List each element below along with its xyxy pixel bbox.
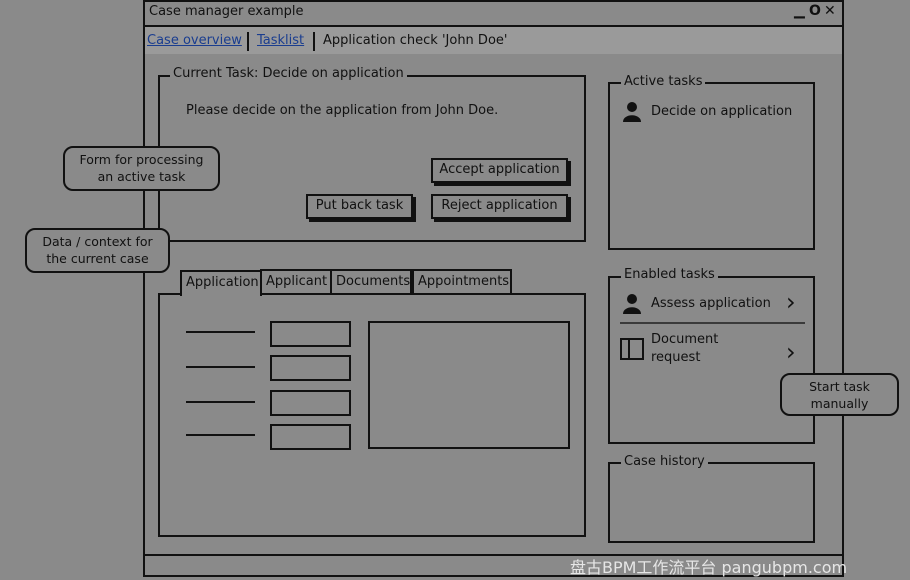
note-data-line2: the current case [46,251,149,266]
put-back-task-button[interactable]: Put back task [306,194,413,219]
chevron-right-icon[interactable]: › [786,340,796,364]
field-label [186,366,255,368]
window-title: Case manager example [149,4,304,19]
task-message: Please decide on the application from Jo… [186,103,499,118]
note-start-task: Start task manually [780,373,899,416]
minimize-icon[interactable]: ▁ [794,3,805,19]
text-field[interactable] [270,390,351,416]
nav-link-tasklist[interactable]: Tasklist [257,33,304,48]
note-form-line2: an active task [97,169,186,184]
close-icon[interactable]: ✕ [824,3,836,19]
tab-applicant[interactable]: Applicant [260,269,332,294]
note-start-line1: Start task [809,379,870,394]
maximize-icon[interactable]: O [809,3,821,19]
divider [620,322,805,324]
active-task-item[interactable]: Decide on application [651,104,792,119]
chevron-right-icon[interactable]: › [786,290,796,314]
note-data: Data / context for the current case [25,228,170,273]
tab-appointments[interactable]: Appointments [412,269,512,294]
note-form: Form for processing an active task [63,146,220,191]
nav-divider [247,32,249,51]
text-field[interactable] [270,355,351,381]
note-form-line1: Form for processing [79,152,204,167]
note-data-line1: Data / context for [42,234,153,249]
nav-divider [313,32,315,51]
tab-application[interactable]: Application [180,270,262,296]
active-tasks-legend: Active tasks [621,75,706,89]
task-label-line: Document [651,332,719,347]
case-history-panel [608,462,815,543]
text-field[interactable] [270,321,351,347]
user-icon [622,293,642,315]
note-start-line2: manually [810,396,869,411]
text-field[interactable] [270,424,351,450]
tab-documents[interactable]: Documents [330,269,412,294]
field-label [186,331,255,333]
reject-application-button[interactable]: Reject application [431,194,568,219]
enabled-tasks-legend: Enabled tasks [621,268,718,282]
field-label [186,434,255,436]
form-icon [620,338,644,360]
enabled-task-document-request[interactable]: Document request [651,331,718,367]
enabled-task-assess[interactable]: Assess application [651,296,771,311]
nav-current-page: Application check 'John Doe' [323,33,508,48]
nav-link-case-overview[interactable]: Case overview [147,33,242,48]
case-history-legend: Case history [621,455,708,469]
accept-application-button[interactable]: Accept application [431,158,568,183]
current-task-legend: Current Task: Decide on application [170,67,407,81]
field-label [186,401,255,403]
text-area[interactable] [368,321,570,449]
user-icon [622,101,642,123]
task-label-line: request [651,350,701,365]
watermark-text: 盘古BPM工作流平台 pangubpm.com [570,558,848,577]
